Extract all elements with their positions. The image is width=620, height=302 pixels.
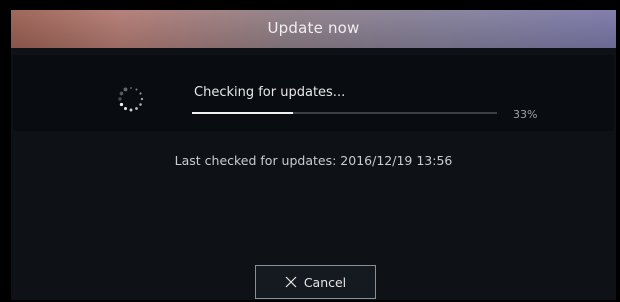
progress-bar	[192, 112, 497, 114]
spinner-dot	[135, 88, 138, 91]
spinner-dot	[123, 87, 128, 92]
status-text: Checking for updates...	[194, 85, 346, 100]
dialog-titlebar: Update now	[11, 10, 616, 48]
close-icon	[285, 276, 297, 288]
screen-frame: Update now Checking for updates... 33% L…	[0, 0, 620, 302]
progress-bar-fill	[192, 112, 293, 114]
update-dialog: Update now Checking for updates... 33% L…	[11, 10, 616, 300]
spinner-dot	[140, 97, 144, 101]
cancel-button-label: Cancel	[303, 274, 347, 290]
spinner-dot	[119, 91, 124, 96]
loading-spinner-icon	[118, 87, 144, 112]
spinner-dot	[118, 97, 122, 101]
spinner-dot	[123, 106, 128, 111]
last-checked-text: Last checked for updates: 2016/12/19 13:…	[174, 153, 453, 168]
progress-percentage: 33%	[513, 108, 538, 121]
dialog-title: Update now	[267, 19, 360, 37]
spinner-dot	[129, 108, 133, 112]
cancel-button[interactable]: Cancel	[255, 265, 376, 299]
spinner-dot	[139, 103, 142, 106]
spinner-dot	[119, 102, 124, 107]
spinner-dot	[130, 87, 132, 89]
status-panel: Checking for updates... 33%	[13, 55, 614, 131]
spinner-dot	[135, 107, 138, 110]
spinner-dot	[139, 92, 142, 95]
